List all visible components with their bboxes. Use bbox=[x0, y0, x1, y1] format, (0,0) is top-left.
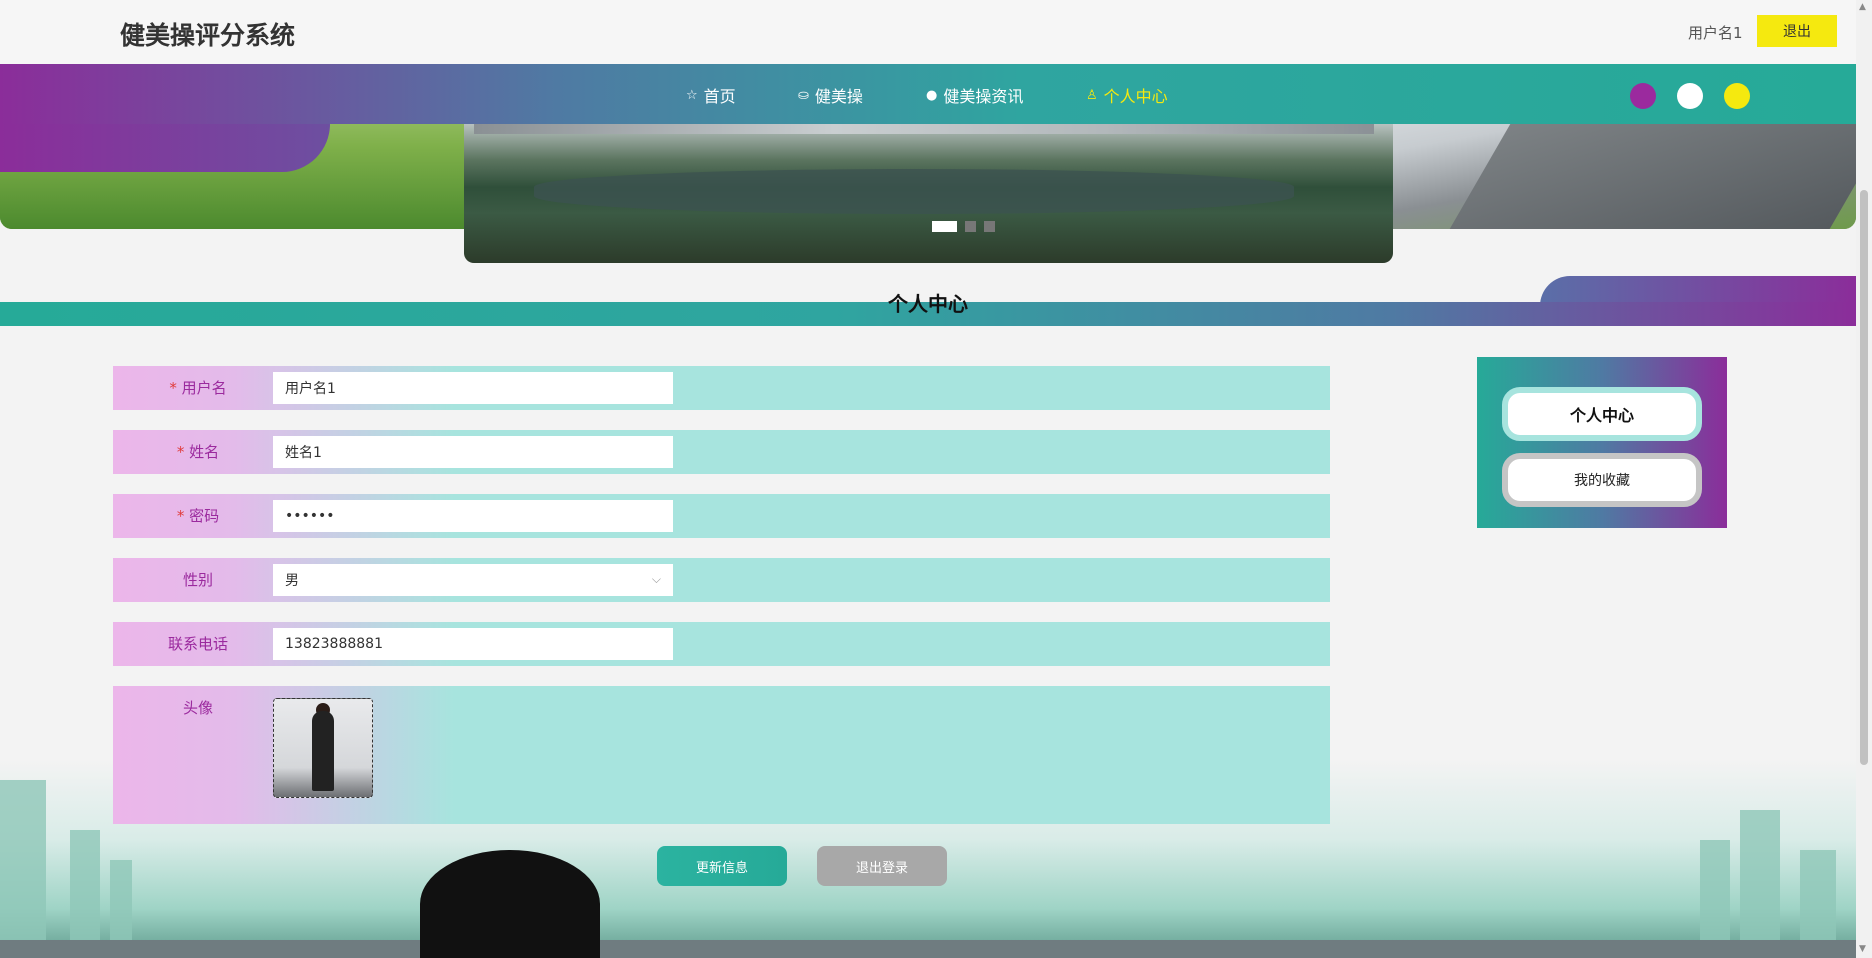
carousel-indicators bbox=[932, 221, 995, 232]
side-menu: 个人中心 我的收藏 bbox=[1477, 357, 1727, 528]
name-input[interactable]: 姓名1 bbox=[273, 436, 673, 468]
nav-item-label: 健美操资讯 bbox=[943, 87, 1024, 106]
ground-decoration bbox=[0, 940, 1856, 958]
carousel-dot[interactable] bbox=[932, 221, 957, 232]
star-icon: ☆ bbox=[686, 87, 698, 103]
navbar-curve-decoration bbox=[0, 124, 330, 172]
bag-icon: ⛀ bbox=[798, 87, 809, 103]
field-label: 姓名 bbox=[189, 443, 220, 461]
gender-selected-value: 男 bbox=[285, 573, 299, 589]
nav-item-label: 个人中心 bbox=[1103, 87, 1168, 106]
user-icon: ♙ bbox=[1086, 87, 1098, 103]
top-header: 健美操评分系统 用户名1 退出 bbox=[0, 0, 1856, 64]
road-decoration bbox=[1449, 124, 1856, 229]
side-menu-item-favorites[interactable]: 我的收藏 bbox=[1502, 453, 1702, 507]
info-icon: ● bbox=[926, 87, 938, 103]
name-label: * 姓名 bbox=[113, 430, 283, 474]
logout-account-button[interactable]: 退出登录 bbox=[817, 846, 947, 886]
form-row-password: * 密码 •••••• bbox=[113, 494, 1330, 538]
scrollbar-thumb[interactable] bbox=[1860, 190, 1868, 765]
building-decoration bbox=[1800, 850, 1836, 940]
section-title: 个人中心 bbox=[888, 292, 968, 316]
nav-item-profile[interactable]: ♙ 个人中心 bbox=[1086, 83, 1168, 107]
form-row-phone: 联系电话 13823888881 bbox=[113, 622, 1330, 666]
password-label: * 密码 bbox=[113, 494, 283, 538]
phone-input[interactable]: 13823888881 bbox=[273, 628, 673, 660]
side-menu-item-profile[interactable]: 个人中心 bbox=[1502, 387, 1702, 441]
form-row-avatar: 头像 bbox=[113, 686, 1330, 824]
logout-button[interactable]: 退出 bbox=[1757, 15, 1837, 47]
form-row-gender: 性别 男 ⌵ bbox=[113, 558, 1330, 602]
building-decoration bbox=[0, 780, 46, 940]
site-title: 健美操评分系统 bbox=[120, 21, 296, 50]
update-info-button[interactable]: 更新信息 bbox=[657, 846, 787, 886]
scroll-down-arrow-icon[interactable]: ▼ bbox=[1859, 944, 1866, 954]
nav-item-news[interactable]: ● 健美操资讯 bbox=[926, 83, 1023, 107]
password-input[interactable]: •••••• bbox=[273, 500, 673, 532]
phone-label: 联系电话 bbox=[167, 635, 228, 653]
gender-select[interactable]: 男 ⌵ bbox=[273, 564, 673, 596]
gender-label: 性别 bbox=[182, 571, 213, 589]
building-decoration bbox=[1700, 840, 1730, 940]
avatar-upload[interactable] bbox=[273, 698, 373, 798]
slide-court bbox=[534, 169, 1294, 214]
username-input[interactable]: 用户名1 bbox=[273, 372, 673, 404]
nav-item-aerobics[interactable]: ⛀ 健美操 bbox=[798, 83, 863, 107]
required-mark: * bbox=[169, 379, 177, 397]
carousel-dot[interactable] bbox=[965, 221, 976, 232]
required-mark: * bbox=[176, 443, 185, 461]
field-label: 密码 bbox=[189, 507, 220, 525]
username-label: * 用户名 bbox=[113, 366, 283, 410]
avatar-person-body bbox=[312, 711, 334, 791]
carousel-dot[interactable] bbox=[984, 221, 995, 232]
username-label: 用户名1 bbox=[1688, 24, 1743, 42]
theme-purple-button[interactable] bbox=[1630, 83, 1656, 109]
form-row-name: * 姓名 姓名1 bbox=[113, 430, 1330, 474]
building-decoration bbox=[110, 860, 132, 940]
building-decoration bbox=[70, 830, 100, 940]
scroll-up-arrow-icon[interactable]: ▲ bbox=[1859, 2, 1866, 12]
form-row-username: * 用户名 用户名1 bbox=[113, 366, 1330, 410]
runner-silhouette bbox=[420, 850, 600, 958]
nav-item-home[interactable]: ☆ 首页 bbox=[686, 83, 736, 107]
nav-item-label: 健美操 bbox=[814, 87, 863, 106]
theme-white-button[interactable] bbox=[1677, 83, 1703, 109]
nav-item-label: 首页 bbox=[703, 87, 736, 106]
avatar-label: 头像 bbox=[182, 699, 213, 717]
building-decoration bbox=[1740, 810, 1780, 940]
chevron-down-icon: ⌵ bbox=[651, 572, 661, 586]
required-mark: * bbox=[176, 507, 185, 525]
theme-yellow-button[interactable] bbox=[1724, 83, 1750, 109]
field-label: 用户名 bbox=[181, 379, 227, 397]
